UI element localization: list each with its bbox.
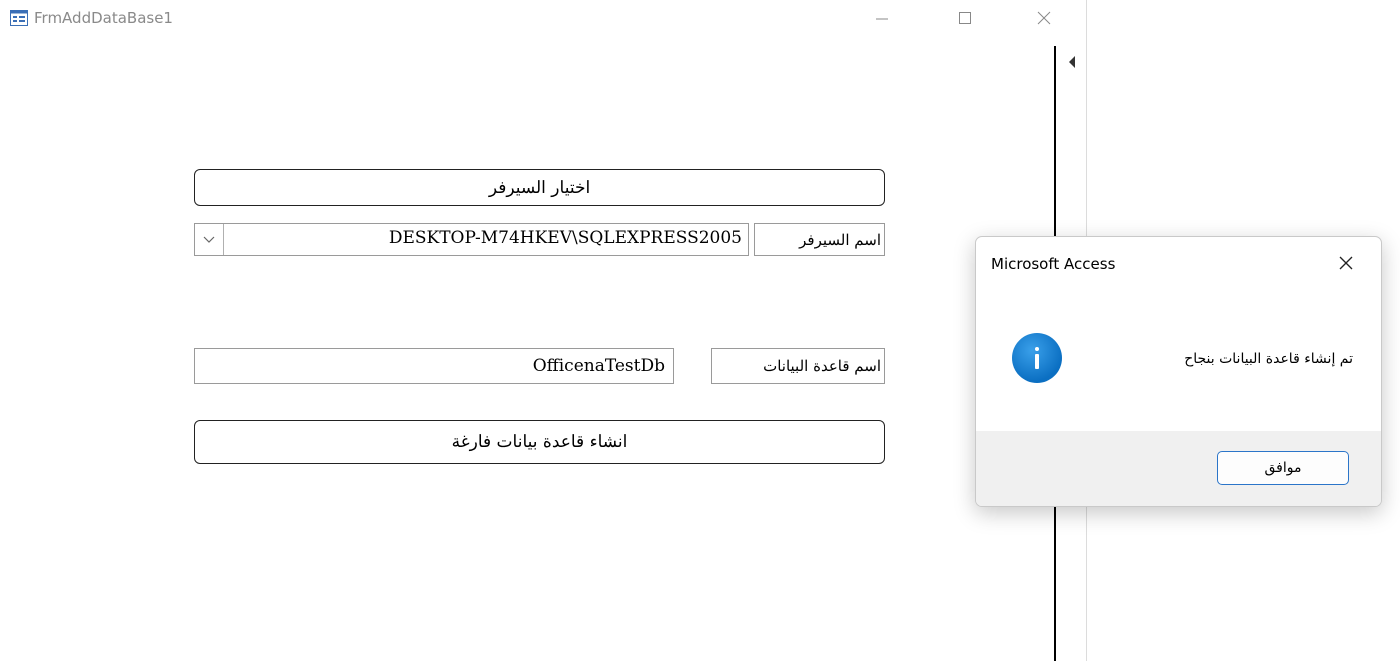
minimize-button[interactable] [868, 6, 896, 30]
window-title: FrmAddDataBase1 [34, 9, 173, 27]
form-body: اختيار السيرفر DESKTOP-M74HKEV\SQLEXPRES… [0, 40, 1054, 661]
database-name-value: OfficenaTestDb [532, 356, 665, 376]
maximize-icon [959, 12, 971, 24]
maximize-button[interactable] [951, 6, 979, 30]
server-combobox[interactable]: DESKTOP-M74HKEV\SQLEXPRESS2005 [194, 223, 749, 256]
dialog-message: تم إنشاء قاعدة البيانات بنجاح [1184, 351, 1353, 367]
form-icon [10, 10, 28, 26]
dialog-close-button[interactable] [1334, 251, 1358, 275]
info-icon [1012, 333, 1062, 383]
close-button[interactable] [1030, 6, 1058, 30]
server-value: DESKTOP-M74HKEV\SQLEXPRESS2005 [388, 228, 742, 248]
minimize-icon [876, 18, 888, 20]
title-bar: FrmAddDataBase1 [0, 0, 1086, 40]
database-name-label: اسم قاعدة البيانات [711, 348, 885, 384]
create-empty-database-button[interactable]: انشاء قاعدة بيانات فارغة [194, 420, 885, 464]
ok-button[interactable]: موافق [1217, 451, 1349, 485]
database-name-input[interactable]: OfficenaTestDb [194, 348, 674, 384]
triangle-left-icon [1069, 56, 1075, 68]
dialog-footer: موافق [976, 431, 1381, 506]
dropdown-button[interactable] [195, 224, 224, 255]
chevron-down-icon [203, 236, 215, 243]
form-window: FrmAddDataBase1 اختيار السيرفر DESKTOP-M… [0, 0, 1087, 661]
select-server-button[interactable]: اختيار السيرفر [194, 169, 885, 206]
close-icon [1037, 11, 1051, 25]
message-dialog: Microsoft Access تم إنشاء قاعدة البيانات… [975, 236, 1382, 507]
scroll-left-button[interactable] [1068, 54, 1076, 73]
dialog-title: Microsoft Access [991, 255, 1116, 273]
close-icon [1339, 256, 1353, 270]
server-name-label: اسم السيرفر [754, 223, 885, 256]
